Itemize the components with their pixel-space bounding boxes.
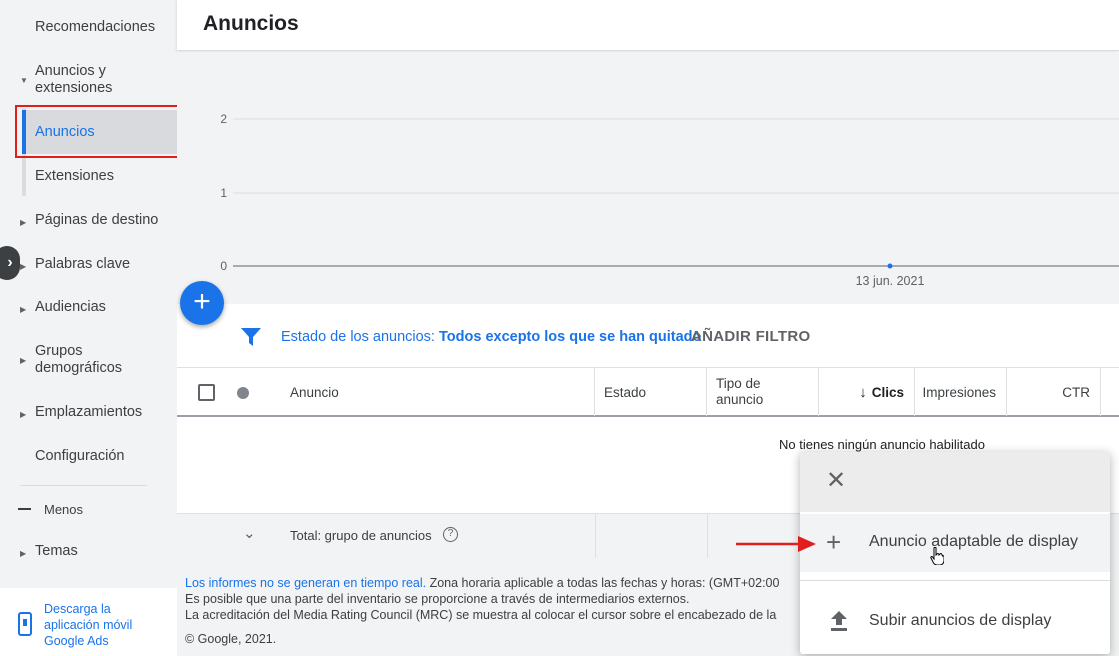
footer-line-1: Los informes no se generan en tiempo rea…: [185, 576, 780, 590]
chevron-right-icon: ›: [7, 254, 13, 271]
footer-line-2: Es posible que una parte del inventario …: [185, 592, 690, 606]
performance-chart: 2 1 0 13 jun. 2021: [177, 52, 1119, 304]
sidebar: Recomendaciones ▼ Anuncios y extensiones…: [0, 0, 181, 656]
page-title: Anuncios: [203, 12, 299, 35]
filter-label: Estado de los anuncios:: [281, 329, 435, 345]
column-header-tipo-de-anuncio[interactable]: Tipo de anuncio: [707, 368, 819, 416]
highlight-annotation-box: [15, 105, 181, 158]
filter-icon[interactable]: [241, 328, 261, 346]
upload-icon: [831, 611, 847, 631]
caret-down-icon: ▼: [20, 76, 28, 85]
app-promo-link[interactable]: Descarga la aplicación móvil Google Ads: [44, 601, 169, 649]
column-header-clics[interactable]: ↓ Clics: [819, 368, 915, 416]
menu-item-anuncio-adaptable[interactable]: + Anuncio adaptable de display: [800, 514, 1110, 572]
help-icon[interactable]: ?: [443, 527, 458, 542]
minus-icon: [18, 508, 31, 510]
column-header-ctr[interactable]: CTR: [1007, 368, 1101, 416]
copyright: © Google, 2021.: [185, 632, 277, 646]
caret-right-icon: ▶: [20, 262, 27, 271]
cell-divider: [595, 514, 596, 559]
phone-icon: [18, 612, 32, 636]
plus-icon: +: [193, 285, 211, 318]
caret-right-icon: ▶: [20, 549, 27, 558]
y-tick-label: 2: [220, 112, 227, 126]
new-ad-menu: ✕ + Anuncio adaptable de display Subir a…: [800, 452, 1110, 654]
cell-divider: [707, 514, 708, 559]
footer-link[interactable]: Los informes no se generan en tiempo rea…: [185, 576, 426, 590]
close-icon[interactable]: ✕: [826, 466, 846, 496]
expand-sidebar-button[interactable]: ›: [0, 246, 20, 280]
column-header-estado[interactable]: Estado: [595, 368, 707, 416]
footer-line-3: La acreditación del Media Rating Council…: [185, 608, 777, 622]
status-dot-icon: [237, 387, 249, 399]
hand-cursor-icon: [930, 547, 944, 565]
chart-svg: 2 1 0 13 jun. 2021: [220, 112, 1119, 288]
sidebar-divider: [20, 485, 147, 486]
filter-bar: Estado de los anuncios: Todos excepto lo…: [177, 304, 1119, 368]
caret-right-icon: ▶: [20, 410, 27, 419]
annotation-arrow-icon: [736, 536, 816, 552]
menu-header: ✕: [800, 452, 1110, 512]
empty-message: No tienes ningún anuncio habilitado: [779, 437, 985, 452]
filter-chip[interactable]: Estado de los anuncios: Todos excepto lo…: [281, 329, 701, 345]
page-header: Anuncios: [177, 0, 1119, 51]
y-tick-label: 0: [220, 259, 227, 273]
column-header-anuncio[interactable]: Anuncio: [290, 368, 595, 416]
y-tick-label: 1: [220, 186, 227, 200]
plus-icon: +: [826, 527, 842, 557]
sort-descending-icon: ↓: [859, 383, 867, 401]
column-header-impresiones[interactable]: Impresiones: [915, 368, 1007, 416]
table-header: Anuncio Estado Tipo de anuncio ↓ Clics I…: [177, 367, 1119, 417]
caret-right-icon: ▶: [20, 356, 27, 365]
data-point: [887, 263, 893, 269]
total-label: Total: grupo de anuncios: [290, 528, 432, 543]
filter-value: Todos excepto los que se han quitado: [439, 329, 702, 345]
chevron-down-icon[interactable]: ⌄: [243, 524, 256, 542]
select-all-checkbox[interactable]: [198, 384, 215, 401]
add-filter-button[interactable]: AÑADIR FILTRO: [691, 328, 810, 345]
caret-right-icon: ▶: [20, 218, 27, 227]
add-ad-button[interactable]: +: [180, 281, 224, 325]
x-tick-label: 13 jun. 2021: [856, 274, 925, 288]
menu-divider: [800, 580, 1110, 581]
caret-right-icon: ▶: [20, 305, 27, 314]
